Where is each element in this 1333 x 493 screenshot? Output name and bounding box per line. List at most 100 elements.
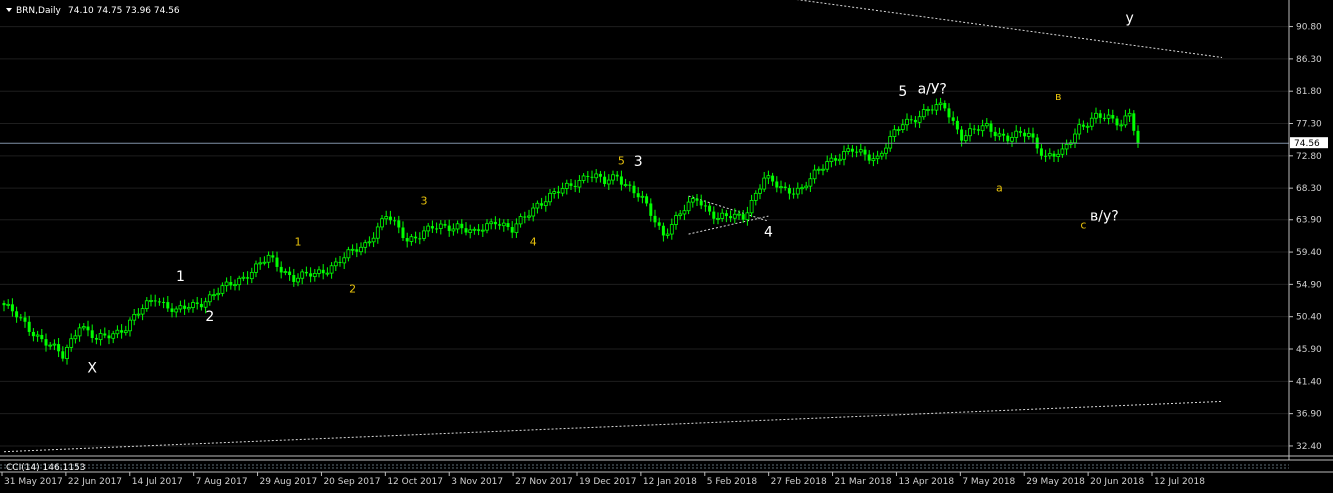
- candle-body-bull: [1010, 137, 1014, 142]
- candle-body-bear: [498, 224, 502, 226]
- candle-body-bull: [846, 148, 851, 152]
- wave-label: а: [996, 182, 1003, 195]
- candle-body-bear: [645, 196, 649, 204]
- candle-body-bear: [414, 236, 418, 239]
- time-tick-label: 29 Aug 2017: [260, 477, 318, 487]
- symbol-label: BRN,Daily: [16, 6, 61, 16]
- wave-label: у: [1125, 10, 1133, 26]
- candle-body-bear: [615, 174, 619, 177]
- wave-label: 1: [176, 269, 185, 285]
- candle-body-bull: [926, 109, 930, 111]
- candle-body-bull: [489, 221, 494, 225]
- candle-body-bull: [934, 104, 939, 111]
- candle-body-bull: [1064, 144, 1069, 150]
- time-tick-label: 5 Feb 2018: [707, 477, 758, 487]
- candle-body-bull: [837, 158, 842, 162]
- candle-body-bear: [993, 131, 997, 137]
- wave-label: 2: [349, 282, 356, 295]
- candle-body-bear: [661, 225, 665, 236]
- wave-label: 4: [764, 224, 773, 240]
- candle-body-bull: [842, 151, 846, 160]
- candle-body-bull: [480, 229, 485, 232]
- candle-body-bear: [863, 149, 867, 155]
- time-tick-label: 22 Jun 2017: [68, 477, 122, 487]
- candle-body-bull: [1094, 112, 1098, 119]
- candle-body-bull: [300, 271, 305, 279]
- candle-body-bear: [1044, 155, 1048, 157]
- candle-body-bear: [170, 308, 174, 312]
- candle-body-bull: [758, 188, 762, 194]
- time-tick-label: 12 Jul 2018: [1154, 477, 1205, 487]
- candle-body-bull: [342, 257, 347, 264]
- candle-body-bear: [976, 129, 980, 131]
- wave-label: 3: [634, 154, 643, 170]
- candle-body-bull: [123, 330, 128, 334]
- candle-body-bull: [1077, 124, 1082, 135]
- candle-body-bear: [703, 205, 707, 207]
- price-chart[interactable]: X1212345 345 а/У?авсв/у?у 90.8086.3081.807…: [0, 0, 1333, 493]
- candle-body-bear: [951, 117, 955, 121]
- candle-body-bull: [329, 265, 334, 274]
- candle-body-bear: [1023, 132, 1027, 137]
- wave-label: 5: [898, 84, 907, 100]
- candle-body-bear: [649, 203, 653, 216]
- candle-body-bull: [968, 128, 972, 137]
- candle-body-bear: [1115, 118, 1119, 126]
- candle-body-bull: [938, 102, 943, 106]
- candle-body-bull: [531, 207, 536, 217]
- candle-body-bear: [930, 109, 934, 111]
- candle-body-bear: [288, 271, 292, 276]
- candle-body-bull: [262, 261, 267, 264]
- candle-body-bull: [548, 192, 552, 203]
- candle-body-bear: [31, 331, 35, 337]
- candle-body-bull: [749, 199, 754, 214]
- time-tick-label: 14 Jul 2017: [132, 477, 183, 487]
- candle-body-bull: [875, 155, 880, 160]
- candle-body-bull: [812, 169, 817, 180]
- candle-body-bull: [984, 123, 989, 127]
- candle-body-bear: [430, 226, 434, 229]
- candle-body-bear: [120, 330, 124, 333]
- candle-body-bull: [900, 124, 905, 130]
- candle-body-bull: [258, 262, 263, 265]
- candle-body-bull: [409, 236, 414, 242]
- candle-body-bear: [107, 335, 111, 339]
- time-tick-label: 31 May 2017: [4, 477, 63, 487]
- candle-body-bull: [174, 308, 179, 313]
- time-tick-label: 12 Jan 2018: [643, 477, 697, 487]
- candle-body-bull: [594, 173, 599, 179]
- wave-label: с: [1080, 218, 1086, 231]
- candle-body-bear: [699, 200, 703, 206]
- candle-body-bull: [892, 129, 897, 137]
- candle-body-bull: [111, 333, 116, 339]
- candle-body-bear: [86, 326, 90, 331]
- candle-body-bull: [422, 230, 426, 239]
- candle-body-bear: [741, 214, 745, 220]
- candle-body-bear: [157, 301, 161, 303]
- candle-body-bear: [636, 193, 640, 198]
- candle-body-bear: [506, 223, 510, 228]
- candle-body-bear: [569, 183, 573, 186]
- candle-body-bear: [619, 176, 623, 185]
- candle-body-bear: [1102, 117, 1106, 119]
- candle-body-bull: [81, 326, 86, 329]
- time-tick-label: 12 Oct 2017: [387, 477, 443, 487]
- candle-body-bear: [27, 321, 31, 332]
- candle-body-bull: [472, 228, 477, 231]
- candle-body-bear: [477, 229, 481, 231]
- candle-body-bear: [493, 221, 497, 225]
- candle-body-bull: [438, 223, 443, 229]
- candle-body-bull: [800, 187, 804, 190]
- candle-body-bull: [804, 185, 809, 189]
- candle-body-bull: [980, 125, 985, 132]
- candle-body-bull: [384, 216, 389, 220]
- candle-body-bull: [564, 182, 569, 189]
- candle-body-bear: [162, 301, 166, 303]
- candle-body-bull: [682, 210, 687, 215]
- price-tick-label: 63.90: [1296, 216, 1322, 226]
- candle-body-bear: [393, 220, 397, 222]
- price-tick-label: 32.40: [1296, 442, 1322, 452]
- time-tick-label: 27 Nov 2017: [515, 477, 573, 487]
- candle-body-bull: [884, 147, 888, 154]
- candle-body-bear: [523, 216, 527, 218]
